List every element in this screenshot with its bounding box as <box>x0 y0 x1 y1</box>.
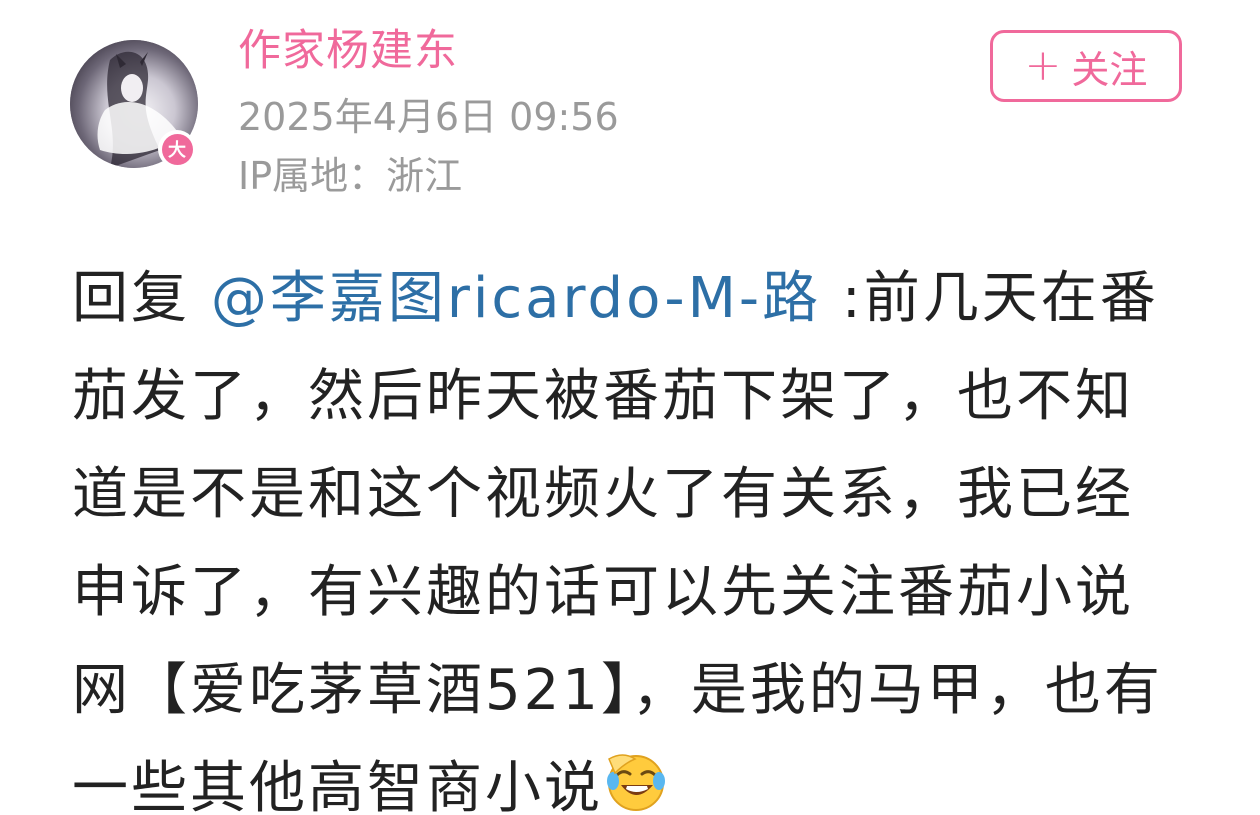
author-name[interactable]: 作家杨建东 <box>238 16 458 78</box>
reply-prefix: 回复 <box>72 266 211 331</box>
mention-link[interactable]: @李嘉图ricardo-M-路 <box>211 266 821 331</box>
follow-button-label: 关注 <box>1071 47 1148 92</box>
verified-badge: 大 <box>158 130 196 168</box>
comment-body-text: :前几天在番茄发了，然后昨天被番茄下架了，也不知道是不是和这个视频火了有关系，我… <box>72 266 1163 815</box>
plus-icon: + <box>1024 40 1062 91</box>
post-timestamp: 2025年4月6日 09:56 <box>238 95 619 139</box>
ip-location: IP属地：浙江 <box>238 154 463 198</box>
laughing-crying-emoji-icon <box>603 748 669 814</box>
weibo-comment-card: 大 作家杨建东 2025年4月6日 09:56 IP属地：浙江 + 关注 回复 … <box>0 0 1260 815</box>
verified-badge-icon: 大 <box>161 133 193 165</box>
follow-button[interactable]: + 关注 <box>990 30 1182 102</box>
comment-text: 回复 @李嘉图ricardo-M-路 :前几天在番茄发了，然后昨天被番茄下架了，… <box>72 250 1182 815</box>
author-avatar[interactable]: 大 <box>70 40 198 168</box>
